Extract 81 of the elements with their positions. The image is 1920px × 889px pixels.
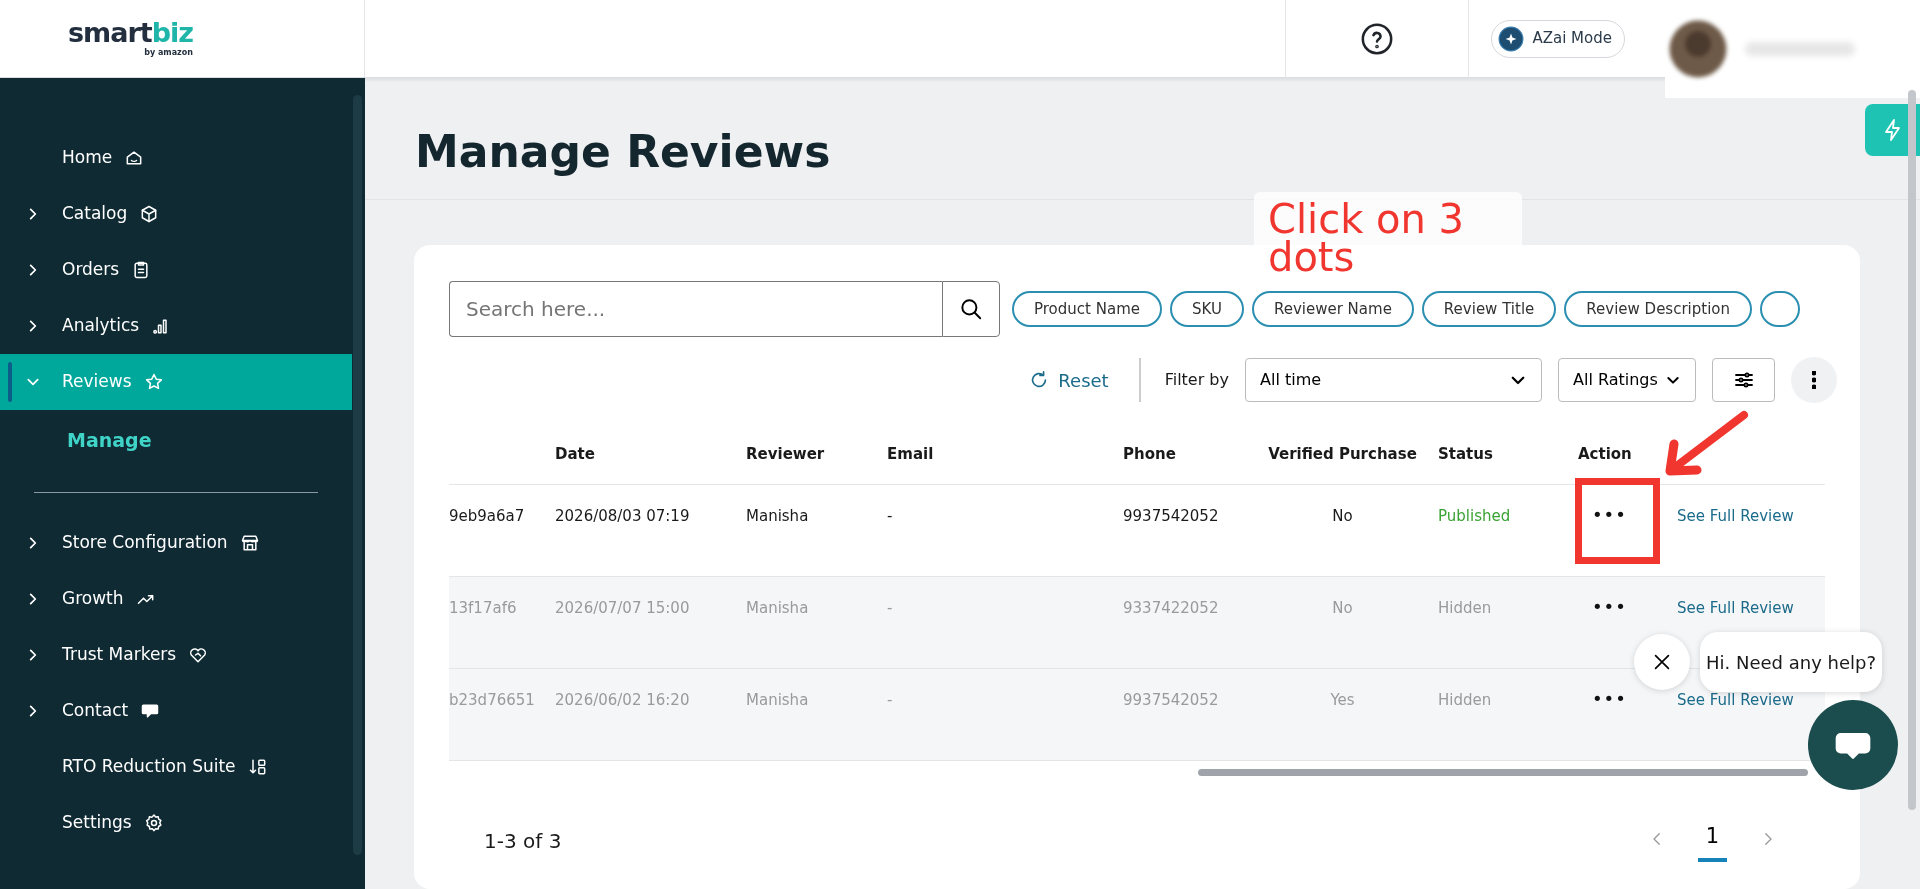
sidebar-item[interactable]: Store Configuration	[0, 515, 352, 571]
storefront-icon	[239, 533, 260, 553]
see-full-review-link[interactable]: See Full Review	[1677, 598, 1794, 617]
table-cell-text: 13f17af6	[449, 597, 518, 619]
column-header: Phone	[1123, 444, 1177, 465]
search-icon	[958, 296, 984, 322]
ratings-select[interactable]: All Ratings	[1558, 358, 1696, 402]
page-title: Manage Reviews	[415, 126, 831, 179]
avatar	[1667, 18, 1729, 80]
filter-chip[interactable]: SKU	[1170, 291, 1244, 327]
scrollbar[interactable]	[1908, 90, 1916, 810]
filter-settings-button[interactable]	[1712, 358, 1775, 402]
scrollbar[interactable]	[353, 95, 362, 855]
table-cell-text: Hidden	[1438, 597, 1493, 619]
table-cell-text: 2026/06/02 16:20	[555, 689, 691, 711]
sidebar-item[interactable]: RTO Reduction Suite	[0, 739, 352, 795]
column-header: Email	[887, 444, 935, 465]
filter-chip[interactable]: Reviewer Name	[1251, 291, 1414, 327]
table-cell-text: No	[1331, 505, 1354, 527]
search-field[interactable]: Search here...	[449, 281, 942, 337]
sidebar-item[interactable]: Home	[0, 130, 352, 186]
filter-label: Filter by	[1164, 369, 1229, 391]
help-button[interactable]	[1360, 21, 1395, 56]
table-cell-text: Manisha	[746, 689, 810, 711]
more-actions-button[interactable]: •••	[1578, 592, 1641, 621]
pagination-summary: 1-3 of 3	[484, 828, 562, 856]
sidebar-item[interactable]: Catalog	[0, 186, 352, 242]
see-full-review-link[interactable]: See Full Review	[1677, 506, 1794, 525]
see-full-review-link[interactable]: See Full Review	[1677, 690, 1794, 709]
filter-chip[interactable]	[1760, 291, 1800, 327]
heart-icon	[188, 645, 209, 665]
column-header: Action	[1578, 444, 1633, 465]
table-cell-text: -	[887, 597, 894, 619]
table-cell-text: 9337422052	[1123, 597, 1220, 619]
search-button[interactable]	[942, 281, 1000, 337]
azai-mode-button[interactable]: AZai Mode	[1491, 19, 1625, 58]
logo-byline: by amazon	[144, 46, 193, 59]
time-select[interactable]: All time	[1245, 358, 1542, 402]
table-cell-text: 2026/07/07 15:00	[555, 597, 691, 619]
column-header: Verified Purchase	[1267, 444, 1418, 465]
sort-down-icon	[247, 757, 268, 777]
table-cell-text: 9937542052	[1123, 689, 1220, 711]
more-actions-button[interactable]: •••	[1578, 684, 1641, 713]
logo-text: smartbiz	[68, 18, 193, 46]
sidebar-item[interactable]: Contact	[0, 683, 352, 739]
kebab-icon	[1812, 371, 1816, 390]
sidebar-item[interactable]: Settings	[0, 795, 352, 851]
settings-icon	[143, 813, 164, 833]
table-cell-text: Yes	[1329, 689, 1356, 711]
sidebar-item[interactable]: Orders	[0, 242, 352, 298]
reset-button[interactable]: Reset	[1022, 365, 1115, 395]
sparkle-icon	[1498, 25, 1525, 52]
scrollbar-thumb[interactable]	[1198, 768, 1808, 776]
sidebar-subitem[interactable]: Manage	[0, 410, 158, 470]
table-cell-text: 2026/08/03 07:19	[555, 505, 691, 527]
filter-chip[interactable]: Product Name	[1012, 291, 1162, 327]
table-cell-text: Manisha	[746, 505, 810, 527]
table-cell-text: Manisha	[746, 597, 810, 619]
table-cell-text: Hidden	[1438, 689, 1493, 711]
table-cell-text: -	[887, 689, 894, 711]
speech-bubble-icon	[140, 701, 161, 721]
page-button[interactable]: 1	[1697, 820, 1727, 862]
filter-chip[interactable]: Review Title	[1421, 291, 1557, 327]
table-cell-text: 9937542052	[1123, 505, 1220, 527]
chat-greeting: Hi. Need any help?	[1700, 632, 1882, 692]
help-icon	[1360, 21, 1395, 56]
more-button[interactable]	[1791, 357, 1837, 403]
sidebar-item[interactable]: Growth	[0, 571, 352, 627]
table-cell-text: b23d76651	[449, 689, 536, 711]
column-header: Date	[555, 444, 596, 465]
column-header: Status	[1438, 444, 1494, 465]
filter-chip[interactable]: Review Description	[1564, 291, 1752, 327]
star-icon	[143, 372, 164, 392]
table-cell-text: 9eb9a6a7	[449, 505, 526, 527]
sidebar-item[interactable]: Trust Markers	[0, 627, 352, 683]
more-actions-button[interactable]: •••	[1578, 500, 1641, 529]
table-cell-text: -	[887, 505, 894, 527]
sidebar-item[interactable]: Analytics	[0, 298, 352, 354]
table-cell-text: No	[1331, 597, 1354, 619]
table-cell-text: Published	[1438, 505, 1512, 527]
column-header: Reviewer	[746, 444, 826, 465]
